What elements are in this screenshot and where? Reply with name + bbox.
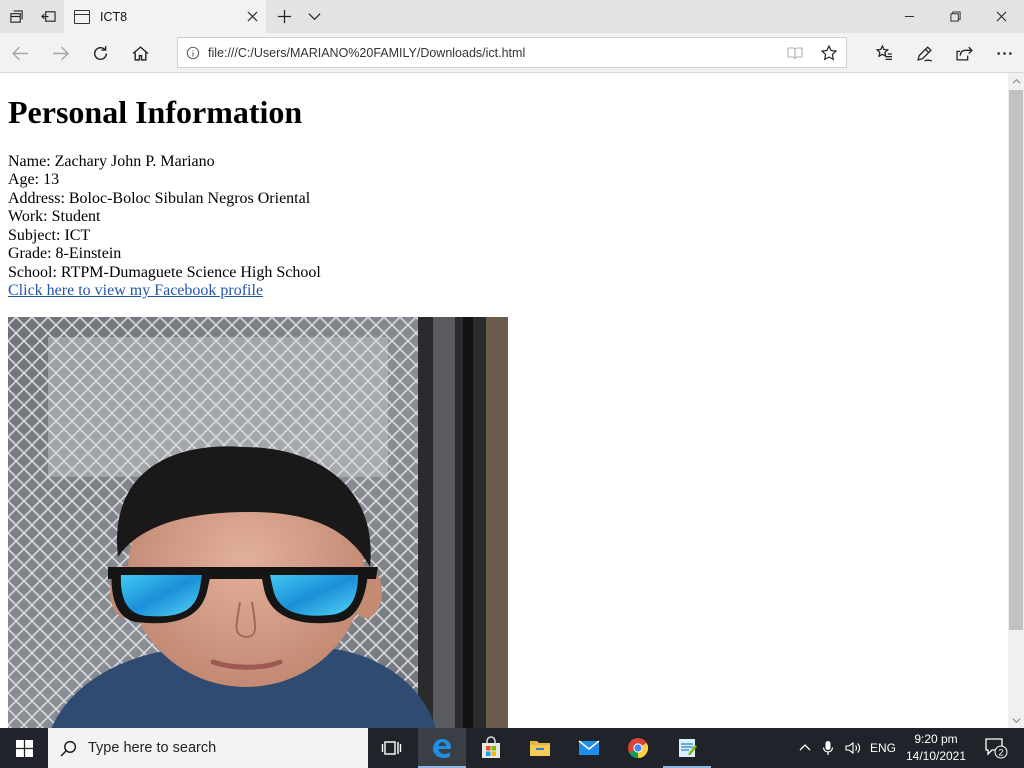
action-center-button[interactable]: 2 <box>976 728 1016 768</box>
vertical-scrollbar[interactable] <box>1008 73 1024 728</box>
folder-icon <box>530 741 550 756</box>
info-icon[interactable] <box>186 46 200 60</box>
task-view-button[interactable] <box>368 728 416 768</box>
close-tab-button[interactable] <box>238 0 266 33</box>
tab-strip: ICT8 <box>0 0 1024 33</box>
notification-icon: 2 <box>985 738 1008 759</box>
new-tab-button[interactable] <box>268 0 300 33</box>
star-icon <box>821 44 837 61</box>
taskbar: Type here to search ENG 9:20 pm 14/10/20… <box>0 728 1024 768</box>
clock-date: 14/10/2021 <box>905 749 967 763</box>
start-button[interactable] <box>0 728 48 768</box>
tab-ict8[interactable]: ICT8 <box>64 0 266 33</box>
favorites-list-icon <box>875 44 892 60</box>
info-work: Work: Student <box>8 208 101 226</box>
restore-button[interactable] <box>932 0 978 33</box>
taskbar-file-explorer[interactable] <box>516 728 564 768</box>
notepad-icon <box>679 739 697 757</box>
home-button[interactable] <box>120 33 160 73</box>
restore-icon <box>949 11 961 22</box>
notes-button[interactable] <box>904 33 944 73</box>
facebook-profile-link[interactable]: Click here to view my Facebook profile <box>8 282 263 301</box>
edge-browser-icon <box>433 739 451 758</box>
tab-title: ICT8 <box>100 9 128 24</box>
chrome-icon <box>628 738 649 759</box>
home-icon <box>132 45 148 61</box>
pen-icon <box>916 45 932 62</box>
close-icon <box>996 11 1006 22</box>
tab-list-button[interactable] <box>298 0 330 33</box>
address-bar[interactable]: file:///C:/Users/MARIANO%20FAMILY/Downlo… <box>177 37 847 68</box>
ellipsis-icon <box>996 51 1012 55</box>
favorites-hub-button[interactable] <box>864 33 904 73</box>
chevron-down-icon <box>307 13 321 21</box>
profile-photo <box>8 316 508 728</box>
more-button[interactable] <box>984 33 1024 73</box>
reading-view-button[interactable] <box>778 38 812 67</box>
system-clock[interactable]: 9:20 pm 14/10/2021 <box>900 728 972 768</box>
tabs-aside-button[interactable] <box>0 0 32 33</box>
refresh-icon <box>93 45 107 60</box>
share-button[interactable] <box>944 33 984 73</box>
page-icon <box>74 9 90 24</box>
taskbar-store[interactable] <box>467 728 515 768</box>
input-language-indicator[interactable]: ENG <box>866 728 900 768</box>
chevron-up-icon <box>1012 78 1020 84</box>
close-window-button[interactable] <box>978 0 1024 33</box>
tabs-restore-button[interactable] <box>32 0 64 33</box>
favorite-button[interactable] <box>812 38 846 67</box>
share-icon <box>955 46 973 61</box>
notification-count: 2 <box>998 748 1003 758</box>
chevron-up-icon <box>799 744 811 751</box>
taskbar-search[interactable]: Type here to search <box>48 728 368 768</box>
scrollbar-thumb[interactable] <box>1009 90 1023 630</box>
microphone-icon <box>822 741 834 755</box>
info-name: Name: Zachary John P. Mariano <box>8 152 215 170</box>
tabs-aside-icon <box>9 10 23 23</box>
clock-time: 9:20 pm <box>914 732 958 746</box>
microphone-button[interactable] <box>818 728 838 768</box>
minimize-icon <box>904 16 914 17</box>
info-grade: Grade: 8-Einstein <box>8 245 122 263</box>
forward-arrow-icon <box>52 46 69 60</box>
chevron-down-icon <box>1012 717 1020 723</box>
plus-icon <box>277 9 291 24</box>
book-icon <box>787 46 803 59</box>
taskbar-notepad-app[interactable] <box>663 728 711 768</box>
speaker-icon <box>845 741 860 755</box>
refresh-button[interactable] <box>80 33 120 73</box>
info-subject: Subject: ICT <box>8 226 91 244</box>
task-view-icon <box>381 741 402 755</box>
search-placeholder: Type here to search <box>88 740 217 756</box>
info-address: Address: Boloc-Boloc Sibulan Negros Orie… <box>8 189 311 207</box>
windows-logo-icon <box>15 739 33 757</box>
profile-photo-drawing <box>8 316 508 728</box>
mail-icon <box>578 740 600 755</box>
scroll-up-button[interactable] <box>1008 73 1024 89</box>
scroll-down-button[interactable] <box>1008 712 1024 728</box>
tabs-restore-icon <box>40 11 56 22</box>
info-age: Age: 13 <box>8 171 60 189</box>
store-icon <box>482 736 500 758</box>
page-body: Personal Information Name: Zachary John … <box>0 73 1008 728</box>
taskbar-mail[interactable] <box>565 728 613 768</box>
browser-toolbar: file:///C:/Users/MARIANO%20FAMILY/Downlo… <box>0 33 1024 73</box>
taskbar-chrome[interactable] <box>614 728 662 768</box>
back-arrow-icon <box>11 46 28 60</box>
back-button[interactable] <box>0 33 40 73</box>
show-hidden-icons-button[interactable] <box>794 728 816 768</box>
page-title: Personal Information <box>8 94 303 130</box>
url-text[interactable]: file:///C:/Users/MARIANO%20FAMILY/Downlo… <box>208 46 778 60</box>
taskbar-edge[interactable] <box>418 728 466 768</box>
close-icon <box>246 11 258 22</box>
page-viewport: Personal Information Name: Zachary John … <box>0 73 1008 728</box>
volume-button[interactable] <box>840 728 866 768</box>
search-icon <box>60 740 77 756</box>
info-school: School: RTPM-Dumaguete Science High Scho… <box>8 263 321 281</box>
minimize-button[interactable] <box>886 0 932 33</box>
forward-button[interactable] <box>40 33 80 73</box>
